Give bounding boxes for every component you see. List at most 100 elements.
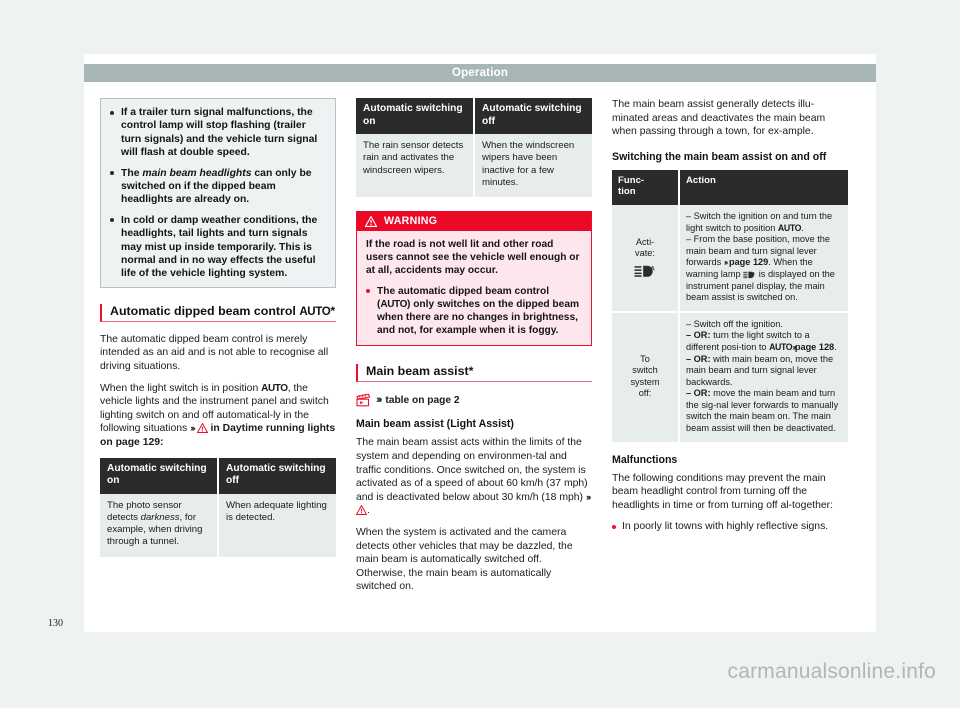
auto-label: AUTO <box>261 382 288 394</box>
chevron-right-icon: ››› <box>190 423 195 435</box>
page-reference: page 128 <box>794 341 835 352</box>
function-action-table: Func-tion Action Acti- vate: A – Switch … <box>612 169 848 442</box>
table-row: The photo sensor detects darkness, for e… <box>100 493 336 557</box>
malfunctions-bullet-text: In poorly lit towns with highly reflecti… <box>622 521 829 533</box>
table-cell-function-activate: Acti- vate: A <box>612 204 680 313</box>
action-line-1: – Switch off the ignition. <box>686 318 783 329</box>
section-heading-main-beam-assist: Main beam assist* <box>356 364 592 383</box>
table-header-action: Action <box>679 169 848 205</box>
page-header-title: Operation <box>451 67 509 79</box>
reference-line: ››› table on page 2 <box>356 393 592 407</box>
sub-heading-switching-on-off: Switching the main beam assist on and of… <box>612 150 827 163</box>
page-reference: page 129 <box>728 257 769 268</box>
bullet-dot-icon <box>612 525 616 530</box>
warning-triangle-icon <box>356 505 367 516</box>
function-label-line3: system <box>630 376 660 387</box>
page-header-bar: Operation <box>84 64 876 82</box>
note-bullet-2-italic: main beam headlights <box>142 167 252 179</box>
or-label: – OR: <box>686 388 711 399</box>
auto-label: AUTO <box>380 298 407 310</box>
warning-text: If the road is not well lit and other ro… <box>366 239 580 277</box>
table-cell-switching-on: The rain sensor detects rain and activat… <box>356 134 475 197</box>
svg-text:A: A <box>650 266 655 272</box>
col2-paragraph-1: The main beam assist acts within the lim… <box>356 436 592 518</box>
auto-label: AUTO <box>299 304 331 318</box>
note-bullet-2-pre: The <box>121 167 143 179</box>
col1-paragraph-2: When the light switch is in position AUT… <box>100 382 336 450</box>
svg-text:A: A <box>752 271 755 275</box>
function-label-line2: vate: <box>635 248 655 259</box>
table-header-row: Automatic switching on Automatic switchi… <box>100 457 336 494</box>
site-watermark: carmanualsonline.info <box>727 660 936 683</box>
note-bullet-1: If a trailer turn signal malfunctions, t… <box>110 106 326 160</box>
table-cell-function-switch-off: To switch system off: <box>612 311 680 442</box>
section-heading-text: Main beam assist* <box>366 364 474 379</box>
chevron-right-icon: ››› <box>585 491 591 503</box>
emphasis-darkness: darkness <box>140 512 180 524</box>
or-label: – OR: <box>686 353 711 364</box>
col3-paragraph-1: The main beam assist generally detects i… <box>612 99 826 138</box>
auto-dipped-beam-table: Automatic switching on Automatic switchi… <box>100 457 336 557</box>
column-two: Automatic switching on Automatic switchi… <box>356 98 592 602</box>
page-number: 130 <box>48 618 63 629</box>
table-header-row: Automatic switching on Automatic switchi… <box>356 98 592 135</box>
auto-label: AUTO <box>777 222 802 233</box>
col2-p1-b: . <box>367 505 370 517</box>
bullet-dot-icon <box>110 110 114 115</box>
note-box: If a trailer turn signal malfunctions, t… <box>100 98 336 288</box>
action-line-1: – Switch the ignition on and turn the li… <box>686 210 833 233</box>
warning-bullet-1: The automatic dipped beam control (AUTO)… <box>366 285 582 338</box>
table-header-row: Func-tion Action <box>612 169 848 205</box>
function-label-line1: Acti- <box>635 236 655 247</box>
column-three: The main beam assist generally detects i… <box>612 98 848 542</box>
film-clapperboard-icon <box>356 393 371 407</box>
col1-p2-a: When the light switch is in position <box>100 382 262 394</box>
reference-text: table on page 2 <box>385 394 460 406</box>
section-heading-auto-dipped-beam: Automatic dipped beam control AUTO* <box>100 303 336 322</box>
warning-bullet-b: ) only switches on the dipped beam when … <box>377 298 580 337</box>
asterisk-marker: * <box>330 303 336 318</box>
col2-p1-a: The main beam assist acts within the lim… <box>356 437 588 503</box>
main-beam-assist-symbol-icon: A <box>618 265 672 278</box>
section-heading-text: Automatic dipped beam control <box>110 303 300 318</box>
manual-page: Operation 130 If a trailer turn signal m… <box>48 54 876 632</box>
auto-label: AUTO <box>769 341 793 352</box>
table-cell-action-activate: – Switch the ignition on and turn the li… <box>679 204 848 313</box>
table-row-activate: Acti- vate: A – Switch the ignition on a… <box>612 204 848 313</box>
table-header-switching-on: Automatic switching on <box>100 457 219 494</box>
or-label: – OR: <box>686 330 711 341</box>
table-cell-switching-off: When adequate lighting is detected. <box>218 493 336 557</box>
note-bullet-2: The main beam headlights can only be swi… <box>110 167 326 207</box>
warning-box: WARNING If the road is not well lit and … <box>356 211 592 347</box>
sub-heading-light-assist: Main beam assist (Light Assist) <box>356 418 514 431</box>
col2-paragraph-2: When the system is activated and the cam… <box>356 526 573 593</box>
col1-paragraph-1: The automatic dipped beam control is mer… <box>100 333 329 373</box>
bullet-dot-icon <box>110 171 114 176</box>
warning-label: WARNING <box>384 215 438 227</box>
table-header-switching-off: Automatic switching off <box>218 457 336 494</box>
chevron-right-icon: ››› <box>723 257 728 268</box>
table-header-function: Func-tion <box>612 169 680 205</box>
chevron-right-icon: ››› <box>376 394 383 407</box>
note-bullet-1-text: If a trailer turn signal malfunctions, t… <box>121 107 318 159</box>
bullet-dot-icon <box>110 218 114 223</box>
warning-triangle-icon <box>196 423 208 434</box>
col3-malfunctions-paragraph: The following conditions may prevent the… <box>612 472 834 511</box>
column-one: If a trailer turn signal malfunctions, t… <box>100 98 336 571</box>
function-label-line1: To <box>640 353 650 364</box>
bullet-dot-icon <box>366 289 370 294</box>
note-bullet-3-text: In cold or damp weather conditions, the … <box>121 214 318 280</box>
warning-triangle-icon <box>365 215 377 227</box>
table-row-switch-off: To switch system off: – Switch off the i… <box>612 311 848 442</box>
function-label-line2: switch <box>632 365 658 376</box>
malfunctions-bullet-1: In poorly lit towns with highly reflecti… <box>612 520 848 534</box>
table-header-switching-off: Automatic switching off <box>474 98 592 135</box>
rain-sensor-table: Automatic switching on Automatic switchi… <box>356 98 592 197</box>
table-cell-action-switch-off: – Switch off the ignition. – OR: turn th… <box>679 311 848 442</box>
table-cell-switching-on: The photo sensor detects darkness, for e… <box>100 493 219 557</box>
warning-box-header: WARNING <box>357 212 591 231</box>
three-column-layout: If a trailer turn signal malfunctions, t… <box>100 98 860 618</box>
main-beam-assist-symbol-icon: A <box>743 271 756 279</box>
table-row: The rain sensor detects rain and activat… <box>356 134 592 197</box>
table-cell-switching-off: When the windscreen wipers have been ina… <box>474 134 592 197</box>
